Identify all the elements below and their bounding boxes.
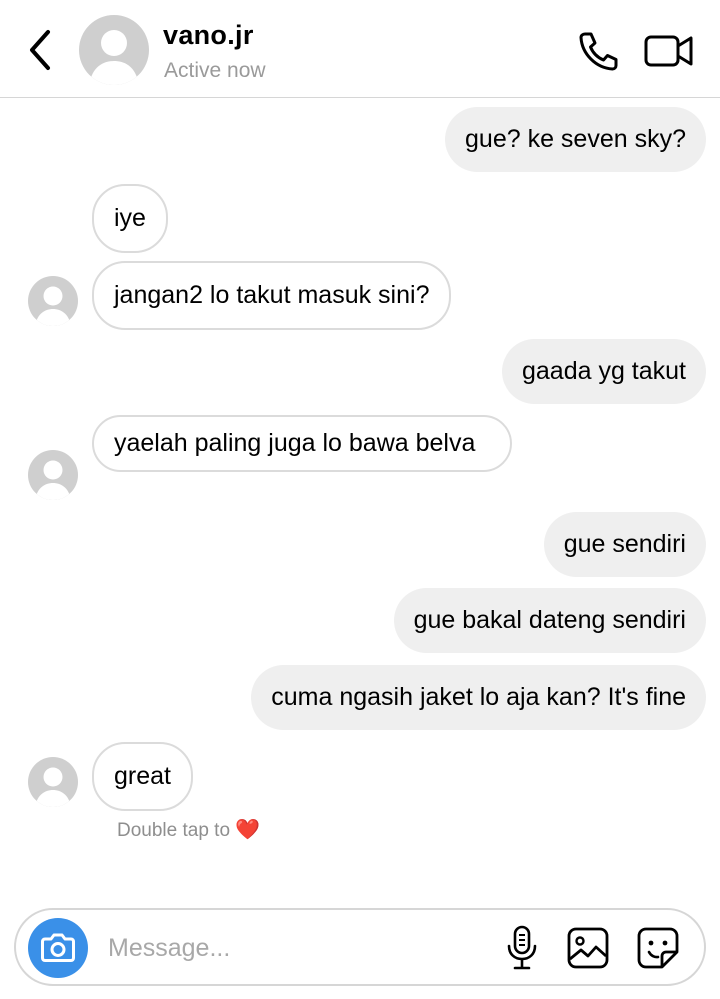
chat-screen: vano.jr Active now gue? ke seven sky? iy… — [0, 0, 720, 999]
message-input[interactable] — [108, 928, 488, 968]
incoming-message[interactable]: iye — [92, 184, 168, 253]
video-camera-icon — [644, 35, 693, 67]
camera-button[interactable] — [28, 918, 88, 978]
incoming-message[interactable]: yaelah paling juga lo bawa belva — [92, 415, 512, 472]
gallery-icon — [567, 927, 609, 969]
incoming-message[interactable]: jangan2 lo takut masuk sini? — [92, 261, 452, 330]
voice-message-button[interactable] — [504, 924, 540, 972]
default-avatar-icon — [89, 30, 139, 85]
outgoing-message[interactable]: gue bakal dateng sendiri — [393, 588, 706, 653]
outgoing-message[interactable]: cuma ngasih jaket lo aja kan? It's fine — [251, 665, 706, 730]
sender-avatar[interactable] — [28, 276, 78, 326]
active-status: Active now — [164, 59, 266, 82]
video-call-button[interactable] — [643, 32, 695, 70]
sender-avatar[interactable] — [28, 757, 78, 807]
default-avatar-icon — [35, 460, 71, 500]
sticker-button[interactable] — [636, 926, 680, 970]
heart-icon: ❤️ — [235, 819, 261, 841]
back-button[interactable] — [22, 28, 58, 72]
microphone-icon — [507, 925, 537, 970]
chevron-left-icon — [30, 30, 50, 70]
chat-header: vano.jr Active now — [0, 0, 720, 98]
sticker-icon — [637, 927, 679, 969]
username[interactable]: vano.jr — [163, 20, 254, 51]
message-composer — [14, 908, 706, 986]
incoming-message[interactable]: great — [92, 742, 193, 811]
default-avatar-icon — [35, 286, 71, 326]
gallery-button[interactable] — [566, 926, 610, 970]
outgoing-message[interactable]: gue sendiri — [543, 512, 706, 577]
avatar[interactable] — [79, 15, 149, 85]
double-tap-hint: Double tap to ❤️ — [117, 817, 260, 842]
camera-icon — [41, 933, 75, 962]
outgoing-message[interactable]: gue? ke seven sky? — [445, 107, 706, 172]
voice-call-button[interactable] — [576, 30, 620, 72]
default-avatar-icon — [35, 767, 71, 807]
hint-text: Double tap to — [117, 820, 231, 841]
outgoing-message[interactable]: gaada yg takut — [501, 339, 706, 404]
sender-avatar[interactable] — [28, 450, 78, 500]
phone-icon — [579, 32, 618, 71]
